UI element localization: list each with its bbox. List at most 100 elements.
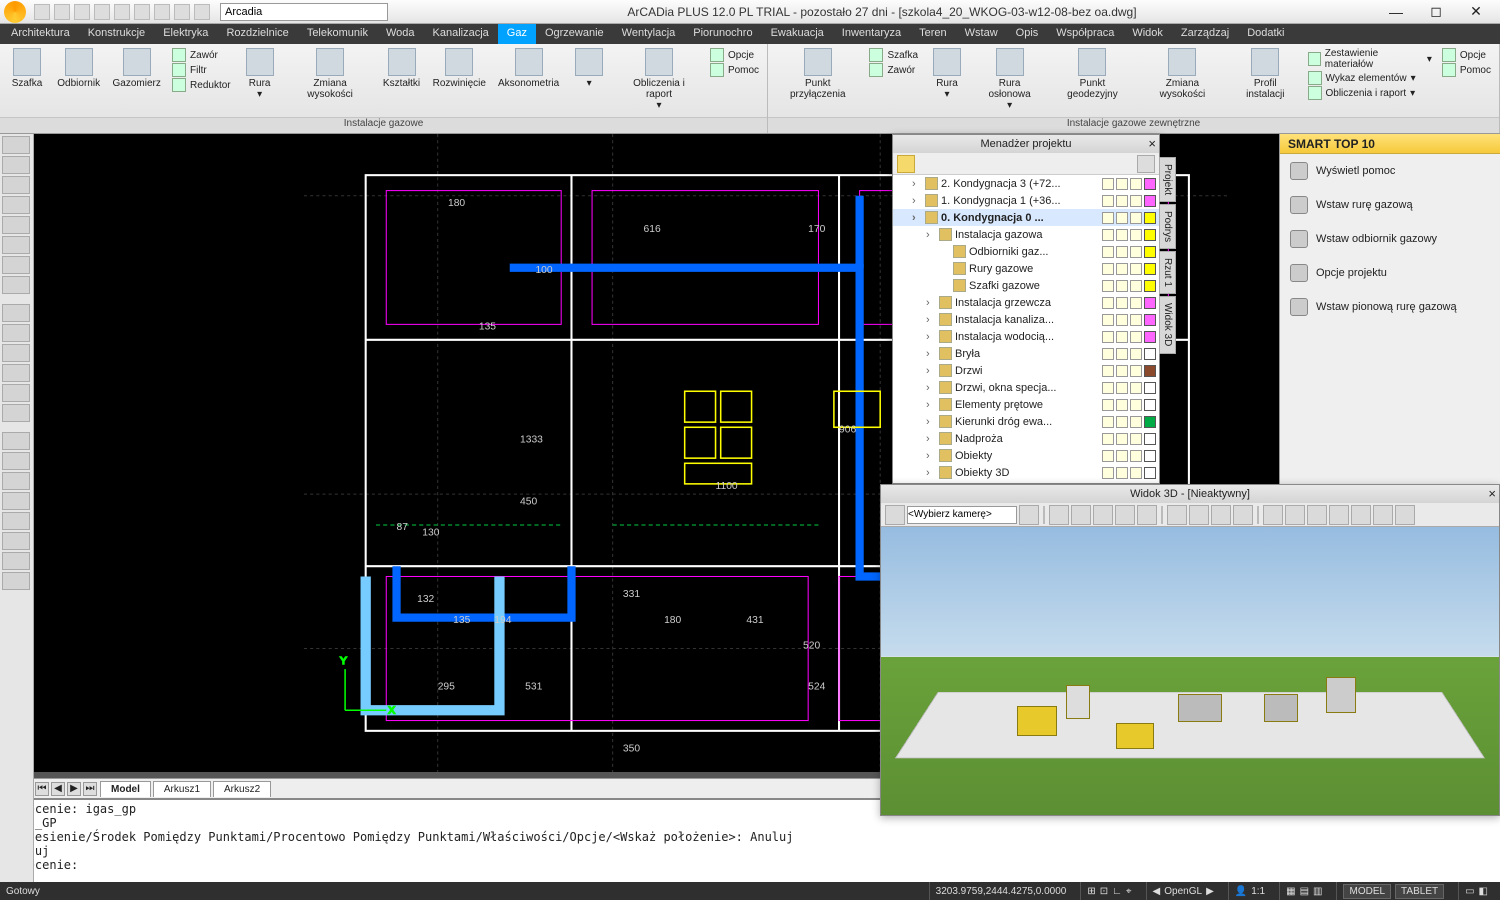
ribbon-szafka2-button[interactable]: Szafka [869, 48, 918, 62]
sidetab-projekt[interactable]: Projekt [1159, 157, 1176, 202]
tool-icon[interactable] [2, 384, 30, 402]
ribbon-gazomierz-button[interactable]: Gazomierz [107, 46, 166, 91]
status-tool-icon[interactable]: ◧ [1479, 886, 1488, 897]
qat-save-icon[interactable] [74, 4, 90, 20]
tool-icon[interactable] [2, 404, 30, 422]
project-manager-panel[interactable]: Menadżer projektu× ›2. Kondygnacja 3 (+7… [892, 134, 1160, 484]
ribbon-profil-button[interactable]: Profil instalacji [1229, 46, 1301, 102]
ribbon-rura-button[interactable]: Rura▾ [237, 46, 283, 102]
view3d-tool-icon[interactable] [1307, 505, 1327, 525]
close-icon[interactable]: × [1148, 136, 1156, 151]
view3d-tool-icon[interactable] [1211, 505, 1231, 525]
ribbon-obliczenia2-button[interactable]: Obliczenia i raport ▾ [1308, 86, 1432, 100]
ribbon-punkt-przyl-button[interactable]: Punkt przyłączenia [772, 46, 863, 102]
menu-tab-zarządzaj[interactable]: Zarządzaj [1172, 24, 1238, 44]
tree-row[interactable]: ›Instalacja kanaliza... [893, 311, 1159, 328]
tree-row[interactable]: ›Elementy prętowe [893, 396, 1159, 413]
close-icon[interactable]: × [1488, 486, 1496, 501]
view3d-tool-icon[interactable] [1395, 505, 1415, 525]
view3d-tool-icon[interactable] [1019, 505, 1039, 525]
tool-icon[interactable] [2, 304, 30, 322]
window-close-button[interactable]: ✕ [1456, 0, 1496, 24]
qat-open-icon[interactable] [54, 4, 70, 20]
home-icon[interactable] [897, 155, 915, 173]
tool-icon[interactable] [2, 452, 30, 470]
ribbon-filtr-button[interactable]: Filtr [172, 63, 231, 77]
view3d-header[interactable]: Widok 3D - [Nieaktywny] × [881, 485, 1499, 503]
menu-tab-ewakuacja[interactable]: Ewakuacja [762, 24, 833, 44]
menu-tab-opis[interactable]: Opis [1007, 24, 1048, 44]
view3d-tool-icon[interactable] [1071, 505, 1091, 525]
ribbon-pad-button[interactable]: ▾ [566, 46, 612, 91]
status-model-toggle[interactable]: MODEL [1343, 884, 1391, 899]
ribbon-opcje2-button[interactable]: Opcje [1442, 48, 1491, 62]
project-tree[interactable]: ›2. Kondygnacja 3 (+72...›1. Kondygnacja… [893, 175, 1159, 483]
tree-row[interactable]: ›Bryła [893, 345, 1159, 362]
status-tool-icon[interactable]: ▭ [1465, 886, 1474, 897]
ribbon-zawor2-button[interactable]: Zawór [869, 63, 918, 77]
ribbon-aksonometria-button[interactable]: Aksonometria [493, 46, 564, 91]
camera-select[interactable] [907, 506, 1017, 524]
tab-arkusz2[interactable]: Arkusz2 [213, 781, 271, 797]
ribbon-obliczenia-button[interactable]: Obliczenia i raport▾ [614, 46, 704, 113]
status-tool-icon[interactable]: ▦ [1286, 886, 1295, 897]
smart-item[interactable]: Opcje projektu [1280, 256, 1500, 290]
view3d-tool-icon[interactable] [1137, 505, 1157, 525]
tool-icon[interactable] [2, 572, 30, 590]
tree-row[interactable]: ›Instalacja grzewcza [893, 294, 1159, 311]
ribbon-zawor-button[interactable]: Zawór [172, 48, 231, 62]
tree-row[interactable]: ›Obiekty 3D [893, 464, 1159, 481]
ribbon-zmiana-wys-button[interactable]: Zmiana wysokości [285, 46, 376, 102]
tool-icon[interactable] [2, 532, 30, 550]
view3d-tool-icon[interactable] [1093, 505, 1113, 525]
smart-item[interactable]: Wyświetl pomoc [1280, 154, 1500, 188]
view3d-tool-icon[interactable] [1263, 505, 1283, 525]
sidetab-podrys[interactable]: Podrys [1159, 204, 1176, 249]
window-maximize-button[interactable]: ◻ [1416, 0, 1456, 24]
ribbon-pomoc2-button[interactable]: Pomoc [1442, 63, 1491, 77]
tree-row[interactable]: Szafki gazowe [893, 277, 1159, 294]
tool-icon[interactable] [2, 552, 30, 570]
snap-toggle-icon[interactable]: ⊞ [1087, 886, 1095, 897]
funnel-icon[interactable] [1137, 155, 1155, 173]
menu-tab-woda[interactable]: Woda [377, 24, 424, 44]
tree-row[interactable]: ›Nadproża [893, 430, 1159, 447]
tool-icon[interactable] [2, 136, 30, 154]
ribbon-rozwiniecie-button[interactable]: Rozwinięcie [428, 46, 492, 91]
tree-row[interactable]: ›1. Kondygnacja 1 (+36... [893, 192, 1159, 209]
status-render[interactable]: ◀ OpenGL ▶ [1146, 882, 1220, 900]
tab-model[interactable]: Model [100, 781, 151, 797]
qat-bulb-icon[interactable] [154, 4, 170, 20]
tool-icon[interactable] [2, 156, 30, 174]
ribbon-rura-oslon-button[interactable]: Rura osłonowa▾ [972, 46, 1047, 113]
tool-icon[interactable] [2, 432, 30, 450]
ribbon-rura-ext-button[interactable]: Rura▾ [924, 46, 970, 102]
smart-item[interactable]: Wstaw pionową rurę gazową [1280, 290, 1500, 324]
ribbon-zmiana-wys2-button[interactable]: Zmiana wysokości [1138, 46, 1227, 102]
tool-icon[interactable] [2, 472, 30, 490]
menu-tab-teren[interactable]: Teren [910, 24, 956, 44]
tool-icon[interactable] [2, 512, 30, 530]
menu-tab-elektryka[interactable]: Elektryka [154, 24, 217, 44]
view3d-tool-icon[interactable] [1167, 505, 1187, 525]
menu-tab-dodatki[interactable]: Dodatki [1238, 24, 1293, 44]
view3d-tool-icon[interactable] [1233, 505, 1253, 525]
menu-tab-kanalizacja[interactable]: Kanalizacja [424, 24, 498, 44]
snap-toggle-icon[interactable]: ⌖ [1126, 886, 1132, 897]
ribbon-ksztaltki-button[interactable]: Kształtki [378, 46, 426, 91]
tool-icon[interactable] [2, 344, 30, 362]
snap-toggle-icon[interactable]: ⊡ [1100, 886, 1108, 897]
ribbon-wykaz-button[interactable]: Wykaz elementów ▾ [1308, 71, 1432, 85]
view3d-tool-icon[interactable] [1285, 505, 1305, 525]
tool-icon[interactable] [2, 196, 30, 214]
view3d-tool-icon[interactable] [1373, 505, 1393, 525]
tree-row[interactable]: ›0. Kondygnacja 0 ... [893, 209, 1159, 226]
tree-row[interactable]: ›Instalacja wodocią... [893, 328, 1159, 345]
tool-icon[interactable] [2, 364, 30, 382]
menu-tab-gaz[interactable]: Gaz [498, 24, 536, 44]
menu-tab-wstaw[interactable]: Wstaw [956, 24, 1007, 44]
view3d-tool-icon[interactable] [1351, 505, 1371, 525]
tool-icon[interactable] [2, 256, 30, 274]
ribbon-szafka-button[interactable]: Szafka [4, 46, 50, 91]
menu-tab-piorunochro[interactable]: Piorunochro [684, 24, 761, 44]
